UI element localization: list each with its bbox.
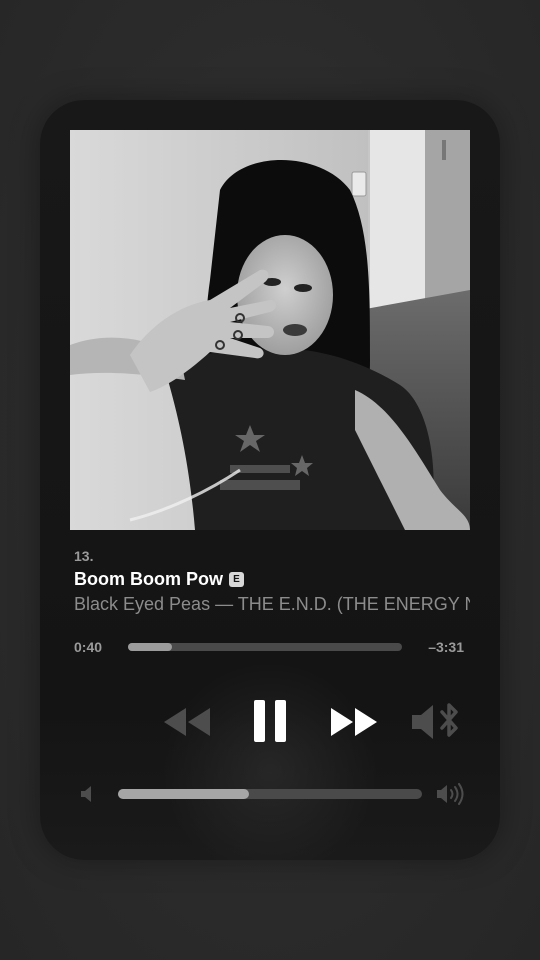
card-glow <box>160 660 380 860</box>
playback-progress-fill <box>128 643 172 651</box>
volume-high-icon <box>437 783 464 805</box>
fast-forward-icon[interactable] <box>329 704 379 740</box>
now-playing-card: 13. Boom Boom Pow E Black Eyed Peas — TH… <box>40 100 500 860</box>
explicit-badge: E <box>229 572 244 587</box>
track-title[interactable]: Boom Boom Pow <box>74 569 223 590</box>
pause-icon[interactable] <box>252 698 288 744</box>
time-elapsed: 0:40 <box>74 639 103 655</box>
title-row: Boom Boom Pow E <box>74 569 244 590</box>
artist-album-label[interactable]: Black Eyed Peas — THE E.N.D. (THE ENERGY… <box>74 594 470 615</box>
screen: 13. Boom Boom Pow E Black Eyed Peas — TH… <box>0 0 540 960</box>
time-remaining: –3:31 <box>428 639 464 655</box>
playback-scrubber[interactable] <box>128 643 402 651</box>
volume-fill <box>118 789 249 799</box>
volume-low-icon <box>81 786 91 802</box>
volume-slider[interactable] <box>118 789 422 799</box>
rewind-icon[interactable] <box>162 704 212 740</box>
track-number: 13. <box>74 548 94 564</box>
speaker-bluetooth-icon[interactable] <box>410 702 464 742</box>
album-artwork <box>70 130 470 530</box>
